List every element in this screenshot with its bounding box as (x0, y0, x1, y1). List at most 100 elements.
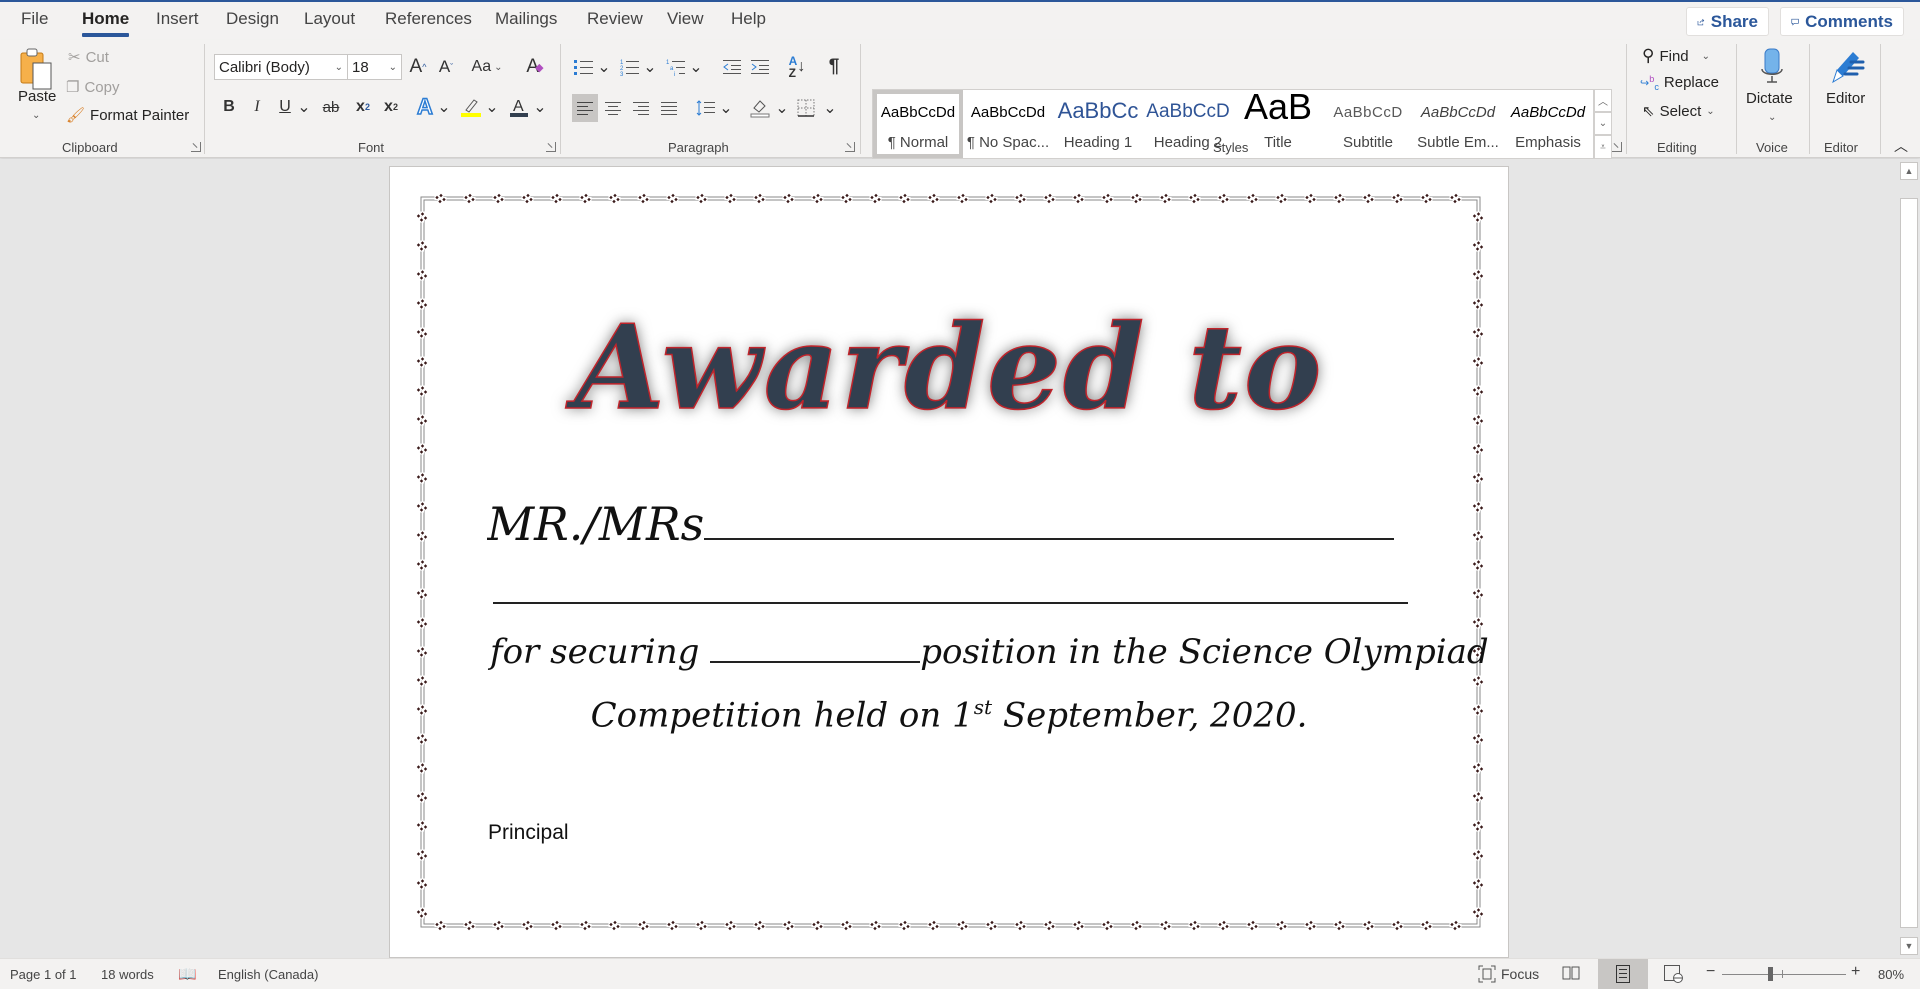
shrink-font-icon[interactable]: Aˇ (434, 54, 458, 80)
scroll-up-arrow-icon[interactable]: ▲ (1900, 162, 1918, 180)
proofing-book-icon[interactable]: 📖 (178, 965, 197, 983)
replace-button[interactable]: ↪bc Replace (1640, 74, 1719, 92)
tab-view[interactable]: View (667, 9, 704, 29)
font-launcher-icon[interactable] (546, 142, 556, 152)
paste-icon[interactable] (14, 46, 58, 92)
scrollbar-thumb[interactable] (1900, 198, 1918, 928)
collapse-ribbon-icon[interactable]: ︿ (1890, 138, 1912, 154)
numbering-icon[interactable]: 123 (618, 54, 642, 80)
tab-file[interactable]: File (21, 9, 48, 29)
recipient-line[interactable]: MR./MRs (487, 497, 1411, 551)
tab-design[interactable]: Design (226, 9, 279, 29)
borders-dropdown[interactable]: ⌄ (823, 94, 836, 122)
bullets-dropdown[interactable]: ⌄ (597, 54, 610, 80)
underline-dropdown[interactable]: ⌄ (297, 94, 310, 120)
second-name-blank-line[interactable] (493, 602, 1408, 604)
tab-references[interactable]: References (385, 9, 472, 29)
paragraph-launcher-icon[interactable] (845, 142, 855, 152)
zoom-in-button[interactable]: + (1851, 963, 1860, 981)
styles-launcher-icon[interactable] (1612, 142, 1622, 152)
multilevel-dropdown[interactable]: ⌄ (689, 54, 702, 80)
style-heading-1[interactable]: AaBbCc Heading 1 (1053, 90, 1143, 158)
strikethrough-icon[interactable]: ab (318, 94, 344, 120)
dictate-button[interactable]: Dictate (1746, 90, 1793, 107)
superscript-icon[interactable]: x2 (380, 94, 402, 120)
tab-mailings[interactable]: Mailings (495, 9, 557, 29)
style-subtitle[interactable]: AaBbCcD Subtitle (1323, 90, 1413, 158)
page-count[interactable]: Page 1 of 1 (10, 967, 77, 982)
comments-button[interactable]: Comments (1780, 7, 1904, 36)
tab-insert[interactable]: Insert (156, 9, 199, 29)
editor-pen-icon[interactable] (1828, 46, 1868, 88)
borders-icon[interactable] (794, 94, 818, 122)
styles-scroll-down[interactable]: ⌄ (1594, 112, 1612, 135)
subscript-icon[interactable]: x2 (352, 94, 374, 120)
bold-icon[interactable]: B (218, 94, 240, 120)
text-effects-dropdown[interactable]: ⌄ (437, 94, 450, 120)
microphone-icon[interactable] (1756, 46, 1788, 88)
tab-home[interactable]: Home (82, 9, 130, 37)
dictate-dropdown[interactable]: ⌄ (1768, 112, 1776, 123)
shading-dropdown[interactable]: ⌄ (775, 94, 788, 122)
format-painter-button[interactable]: 🖌 Format Painter (66, 106, 189, 125)
increase-indent-icon[interactable] (748, 54, 772, 80)
signature-label[interactable]: Principal (488, 821, 569, 845)
tab-review[interactable]: Review (587, 9, 643, 29)
change-case-button[interactable]: Aa ⌄ (470, 54, 504, 80)
font-size-combo[interactable]: 18 ⌄ (347, 54, 402, 80)
styles-more[interactable]: ⩡ (1594, 135, 1612, 159)
clipboard-launcher-icon[interactable] (191, 142, 201, 152)
paste-dropdown[interactable]: ⌄ (32, 110, 40, 121)
font-color-dropdown[interactable]: ⌄ (533, 94, 546, 120)
select-button[interactable]: ⇖ Select ⌄ (1642, 102, 1715, 121)
highlight-dropdown[interactable]: ⌄ (485, 94, 498, 120)
decrease-indent-icon[interactable] (720, 54, 744, 80)
style-normal[interactable]: AaBbCcDd ¶ Normal (873, 90, 963, 158)
style-subtle-emphasis[interactable]: AaBbCcDd Subtle Em... (1413, 90, 1503, 158)
italic-icon[interactable]: I (246, 94, 268, 120)
text-effects-icon[interactable]: A (412, 93, 438, 120)
zoom-slider-track[interactable] (1722, 974, 1846, 975)
tab-help[interactable]: Help (731, 9, 766, 29)
clear-formatting-icon[interactable]: A ◆ (522, 54, 548, 80)
bullets-icon[interactable] (572, 54, 596, 80)
zoom-out-button[interactable]: − (1706, 963, 1715, 981)
styles-scroll-up[interactable]: ︿ (1594, 89, 1612, 112)
zoom-slider-thumb[interactable] (1768, 967, 1774, 981)
align-center-icon[interactable] (600, 94, 626, 122)
multilevel-list-icon[interactable]: 1ai (664, 54, 688, 80)
paste-button[interactable]: Paste (18, 88, 56, 105)
word-count[interactable]: 18 words (101, 967, 154, 982)
focus-mode-button[interactable]: Focus (1478, 965, 1539, 983)
copy-button[interactable]: ❐ Copy (66, 78, 119, 97)
justify-icon[interactable] (656, 94, 682, 122)
cut-button[interactable]: ✂ Cut (68, 48, 109, 67)
read-mode-icon[interactable] (1562, 965, 1580, 984)
tab-layout[interactable]: Layout (304, 9, 355, 29)
line-spacing-icon[interactable] (694, 94, 718, 122)
align-right-icon[interactable] (628, 94, 654, 122)
language-status[interactable]: English (Canada) (218, 967, 318, 982)
shading-icon[interactable] (748, 94, 772, 122)
print-layout-icon[interactable] (1598, 959, 1648, 989)
numbering-dropdown[interactable]: ⌄ (643, 54, 656, 80)
line-spacing-dropdown[interactable]: ⌄ (719, 94, 732, 122)
scroll-down-arrow-icon[interactable]: ▼ (1900, 937, 1918, 955)
position-line[interactable]: for securing position in the Science Oly… (490, 632, 1489, 672)
certificate-headline[interactable]: Awarded to (0, 299, 1898, 437)
share-button[interactable]: Share (1686, 7, 1769, 36)
web-layout-icon[interactable] (1664, 965, 1684, 986)
align-left-icon[interactable] (572, 94, 598, 122)
grow-font-icon[interactable]: A ^ (406, 54, 430, 80)
font-name-combo[interactable]: Calibri (Body) ⌄ (214, 54, 348, 80)
show-formatting-marks-icon[interactable]: ¶ (822, 54, 846, 80)
competition-line[interactable]: Competition held on 1st September, 2020. (389, 695, 1509, 735)
sort-icon[interactable]: A Z ↓ (784, 54, 810, 80)
zoom-level[interactable]: 80% (1878, 967, 1904, 982)
style-emphasis[interactable]: AaBbCcDd Emphasis (1503, 90, 1593, 158)
style-no-spacing[interactable]: AaBbCcDd ¶ No Spac... (963, 90, 1053, 158)
editor-button[interactable]: Editor (1826, 90, 1865, 107)
highlight-icon[interactable] (458, 94, 484, 120)
vertical-scrollbar[interactable]: ▲ ▼ (1898, 159, 1920, 958)
font-color-icon[interactable]: A (506, 94, 532, 120)
